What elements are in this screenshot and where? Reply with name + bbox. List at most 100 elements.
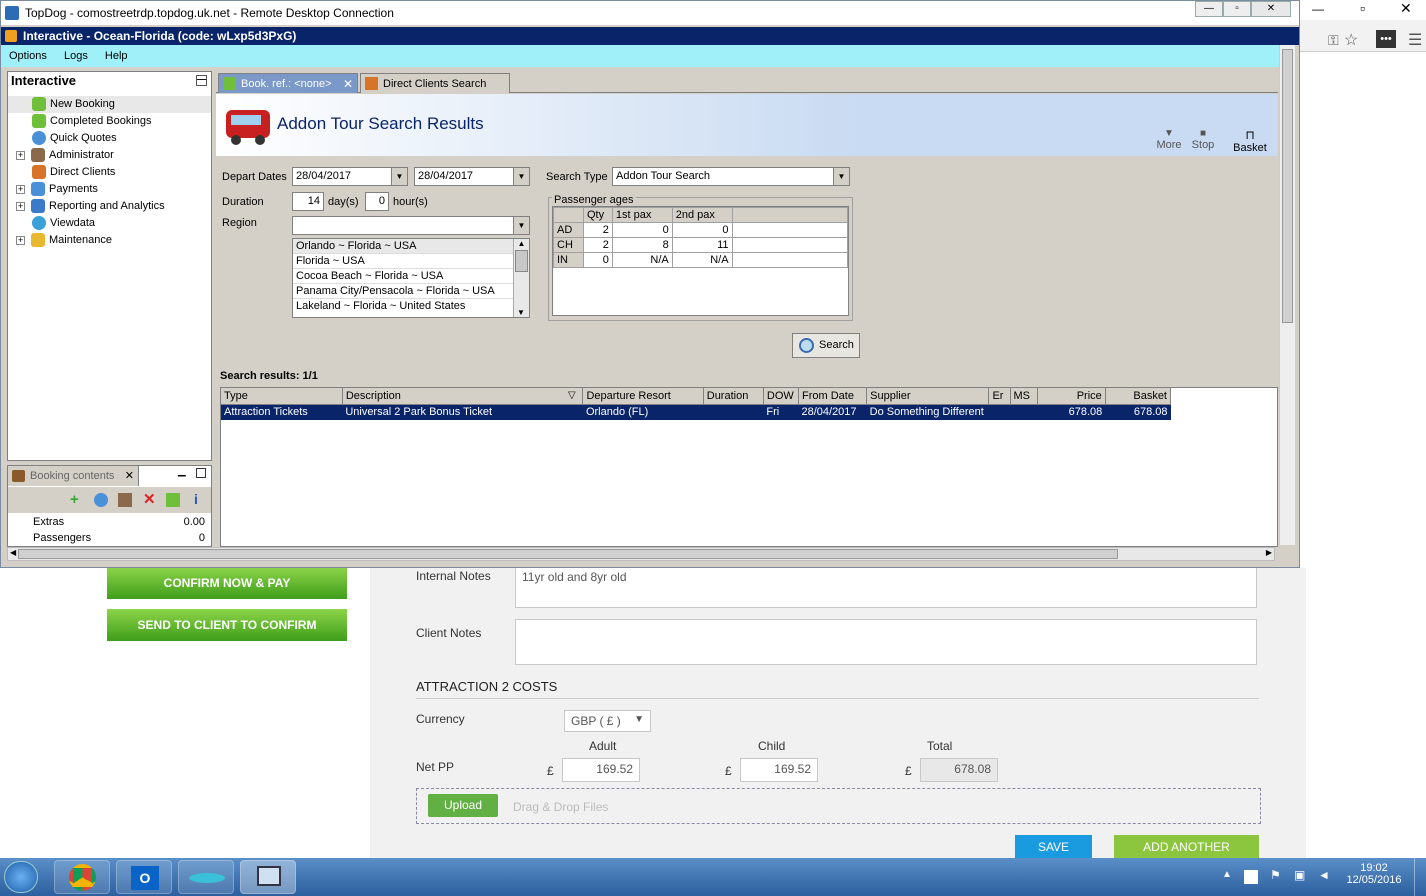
close-tab-icon[interactable]: ✕ (343, 74, 353, 94)
column-header-dow[interactable]: DOW (763, 388, 799, 405)
search-type-select[interactable]: Addon Tour Search ▼ (612, 167, 850, 186)
scroll-thumb[interactable] (18, 549, 1118, 559)
scroll-right-icon[interactable]: ▶ (1266, 548, 1272, 557)
menu-help[interactable]: Help (105, 50, 128, 62)
maximize-icon[interactable]: ▫ (1360, 0, 1365, 16)
child-net-input[interactable]: 169.52 (740, 758, 818, 782)
move-icon[interactable] (118, 493, 132, 507)
app-taskbar-icon[interactable] (178, 860, 234, 894)
scroll-up-icon[interactable]: ▲ (514, 239, 529, 248)
upload-button[interactable]: Upload (428, 794, 498, 817)
column-header-description[interactable]: Description (342, 388, 584, 405)
adult-net-input[interactable]: 169.52 (562, 758, 640, 782)
scroll-left-icon[interactable]: ◀ (10, 548, 16, 557)
outlook-taskbar-icon[interactable]: O (116, 860, 172, 894)
pax-age-2[interactable]: 0 (671, 222, 733, 238)
client-notes-field[interactable] (515, 619, 1257, 665)
minimize-icon[interactable]: — (1312, 2, 1324, 16)
close-button[interactable]: ✕ (1251, 1, 1291, 17)
pax-age-1[interactable]: N/A (611, 252, 673, 268)
search-button[interactable]: Search (792, 333, 860, 358)
region-option[interactable]: Panama City/Pensacola ~ Florida ~ USA (293, 284, 529, 299)
pax-age-2[interactable]: 11 (671, 237, 733, 253)
horizontal-scrollbar[interactable]: ◀ ▶ (7, 547, 1275, 561)
add-icon[interactable]: + (70, 491, 79, 508)
column-header-price[interactable]: Price (1037, 388, 1106, 405)
column-header-type[interactable]: Type (221, 388, 343, 405)
region-option[interactable]: Cocoa Beach ~ Florida ~ USA (293, 269, 529, 284)
close-tab-icon[interactable]: ✕ (125, 466, 134, 486)
show-desktop-button[interactable] (1414, 858, 1426, 896)
save-button[interactable]: SAVE (1015, 835, 1092, 858)
expand-icon[interactable]: + (16, 201, 25, 211)
tree-item-payments[interactable]: + Payments (16, 181, 98, 198)
chevron-down-icon[interactable]: ▼ (513, 168, 529, 185)
booking-contents-tab[interactable]: Booking contents ✕ (8, 466, 139, 486)
minimize-button[interactable]: — (1195, 1, 1223, 17)
chevron-down-icon[interactable]: ▼ (391, 168, 407, 185)
tree-item-quick-quotes[interactable]: Quick Quotes (16, 130, 117, 147)
extension-icon[interactable]: ••• (1376, 30, 1396, 48)
maximize-button[interactable]: ▫ (1223, 1, 1251, 17)
tree-item-reporting[interactable]: + Reporting and Analytics (16, 198, 165, 215)
scroll-thumb[interactable] (515, 250, 528, 272)
add-another-button[interactable]: ADD ANOTHER (1114, 835, 1259, 858)
info-icon[interactable]: i (194, 491, 198, 507)
key-icon[interactable]: ⚿ (1328, 32, 1339, 49)
region-option[interactable]: Florida ~ USA (293, 254, 529, 269)
star-icon[interactable]: ☆ (1344, 30, 1358, 50)
palm-tree-icon[interactable] (166, 493, 180, 507)
confirm-pay-button[interactable]: CONFIRM NOW & PAY (107, 567, 347, 599)
filter-icon[interactable]: ▽ (568, 390, 576, 401)
pax-qty[interactable]: 2 (582, 222, 613, 238)
scroll-down-icon[interactable]: ▼ (514, 308, 528, 317)
pax-qty[interactable]: 2 (582, 237, 613, 253)
scroll-thumb[interactable] (1282, 49, 1293, 323)
pax-age-2[interactable]: N/A (671, 252, 733, 268)
column-header-resort[interactable]: Departure Resort (582, 388, 704, 405)
tree-item-viewdata[interactable]: Viewdata (16, 215, 95, 232)
expand-icon[interactable]: + (16, 235, 25, 245)
tree-item-completed-bookings[interactable]: Completed Bookings (16, 113, 152, 130)
region-input[interactable]: ▼ (292, 216, 530, 235)
internal-notes-field[interactable]: 11yr old and 8yr old (515, 566, 1257, 608)
region-option[interactable]: Orlando ~ Florida ~ USA (293, 239, 529, 254)
region-list[interactable]: Orlando ~ Florida ~ USA Florida ~ USA Co… (292, 238, 530, 318)
volume-muted-icon[interactable]: ◄ (1318, 868, 1330, 882)
windows-flag-icon[interactable] (1244, 870, 1258, 884)
clock[interactable]: 19:02 12/05/2016 (1346, 862, 1402, 886)
depart-from-date[interactable]: 28/04/2017 ▼ (292, 167, 408, 186)
tree-item-direct-clients[interactable]: Direct Clients (16, 164, 115, 181)
basket-button[interactable]: ⊓ Basket (1230, 128, 1270, 154)
pax-qty[interactable]: 0 (582, 252, 613, 268)
pax-age-1[interactable]: 8 (611, 237, 673, 253)
table-row[interactable]: Attraction Tickets Universal 2 Park Bonu… (221, 404, 1171, 420)
collapse-icon[interactable]: — (196, 75, 207, 86)
currency-select[interactable]: GBP ( £ ) ▼ (564, 710, 651, 732)
minimize-panel-icon[interactable]: ▁ (178, 466, 186, 477)
region-scrollbar[interactable]: ▲ ▼ (513, 239, 529, 317)
tree-item-new-booking[interactable]: New Booking (8, 96, 211, 113)
vertical-scrollbar[interactable] (1279, 45, 1295, 545)
menu-options[interactable]: Options (9, 50, 47, 62)
clock-icon[interactable] (94, 493, 108, 507)
action-center-icon[interactable]: ⚑ (1270, 868, 1281, 882)
column-header-from-date[interactable]: From Date (798, 388, 868, 405)
tree-item-maintenance[interactable]: + Maintenance (16, 232, 112, 249)
duration-days-input[interactable]: 14 (292, 192, 324, 211)
expand-icon[interactable]: + (16, 184, 25, 194)
chrome-taskbar-icon[interactable] (54, 860, 110, 894)
pax-age-1[interactable]: 0 (611, 222, 673, 238)
column-header-er[interactable]: Er (988, 388, 1011, 405)
rdp-taskbar-icon[interactable] (240, 860, 296, 894)
send-to-client-button[interactable]: SEND TO CLIENT TO CONFIRM (107, 609, 347, 641)
menu-icon[interactable]: ☰ (1408, 30, 1422, 50)
region-option[interactable]: Lakeland ~ Florida ~ United States (293, 299, 529, 314)
depart-to-date[interactable]: 28/04/2017 ▼ (414, 167, 530, 186)
tab-direct-clients-search[interactable]: Direct Clients Search (360, 73, 510, 93)
column-header-supplier[interactable]: Supplier (866, 388, 990, 405)
show-hidden-icons-icon[interactable]: ▲ (1222, 869, 1232, 880)
expand-icon[interactable]: + (16, 150, 25, 160)
network-icon[interactable]: ▣ (1294, 868, 1305, 882)
column-header-ms[interactable]: MS (1010, 388, 1038, 405)
